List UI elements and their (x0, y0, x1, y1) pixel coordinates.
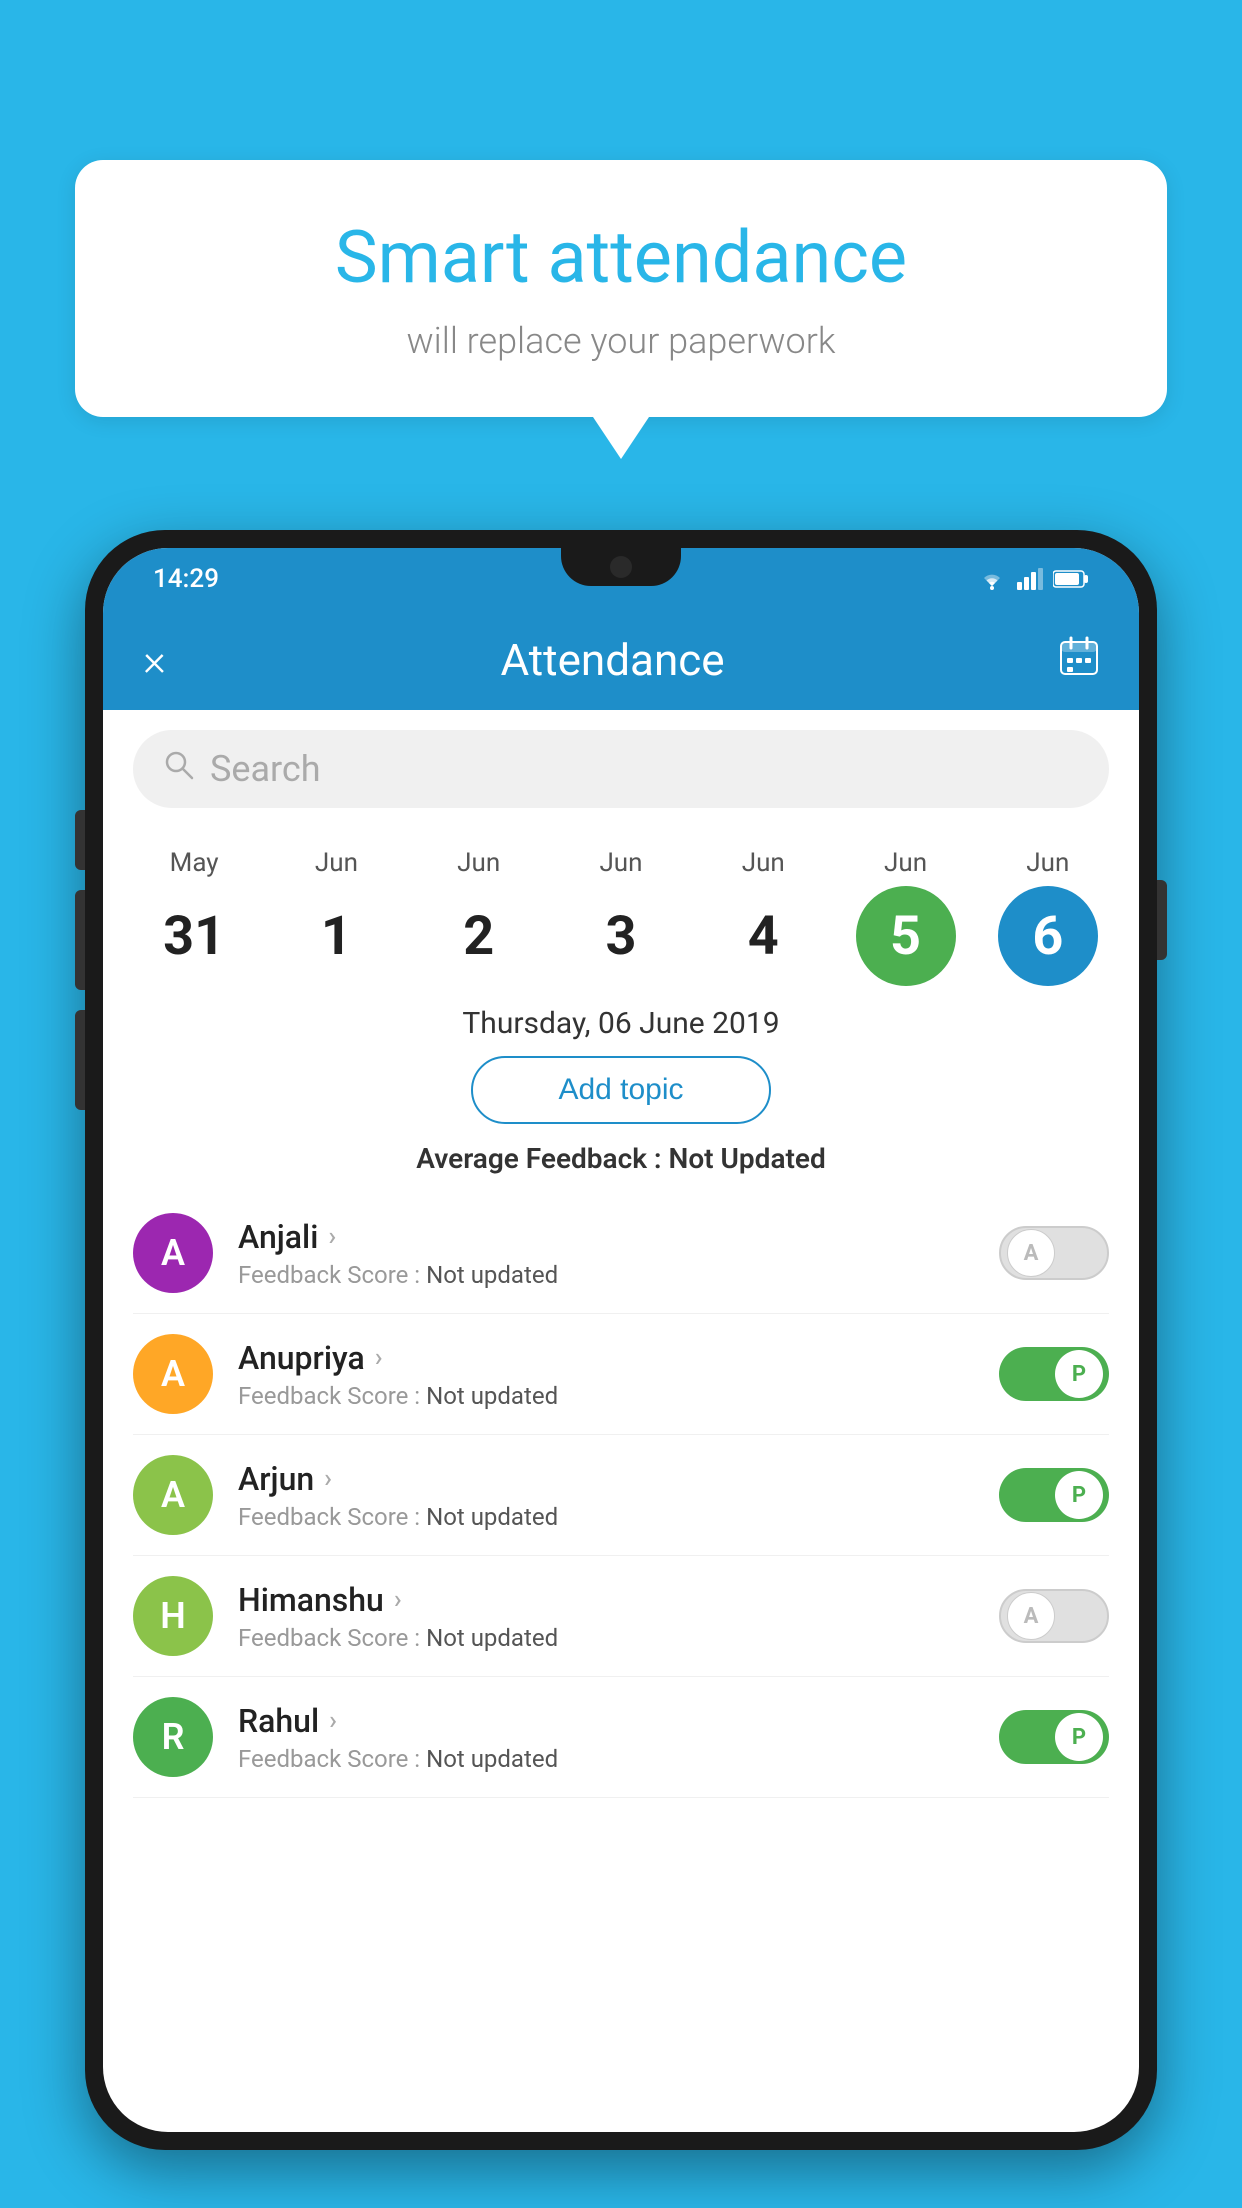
toggle-switch[interactable]: P (999, 1468, 1109, 1522)
bubble-title: Smart attendance (135, 215, 1107, 300)
student-info: Anupriya › Feedback Score : Not updated (238, 1339, 979, 1410)
cal-date[interactable]: 3 (571, 886, 671, 986)
power-button (1157, 880, 1167, 960)
search-bar[interactable]: Search (133, 730, 1109, 808)
cal-date[interactable]: 1 (286, 886, 386, 986)
student-feedback: Feedback Score : Not updated (238, 1261, 979, 1289)
toggle-switch[interactable]: A (999, 1226, 1109, 1280)
cal-month: Jun (599, 848, 642, 878)
toggle-knob: P (1055, 1713, 1103, 1761)
cal-date[interactable]: 31 (144, 886, 244, 986)
calendar-day[interactable]: Jun 2 (419, 848, 539, 986)
calendar-day[interactable]: Jun 4 (703, 848, 823, 986)
volume-silent-button (75, 810, 85, 870)
student-name: Rahul › (238, 1702, 979, 1740)
student-avatar: A (133, 1455, 213, 1535)
toggle-knob: A (1007, 1592, 1055, 1640)
toggle-knob: P (1055, 1350, 1103, 1398)
chevron-right-icon: › (328, 1222, 336, 1252)
avg-feedback-label: Average Feedback : (416, 1142, 661, 1175)
calendar-icon[interactable] (1059, 636, 1099, 685)
attendance-toggle[interactable]: P (999, 1710, 1109, 1764)
calendar-day[interactable]: May 31 (134, 848, 254, 986)
cal-month: Jun (457, 848, 500, 878)
chevron-right-icon: › (324, 1464, 332, 1494)
toggle-switch[interactable]: A (999, 1589, 1109, 1643)
phone-screen: 14:29 (103, 548, 1139, 2132)
selected-date-label: Thursday, 06 June 2019 (103, 1006, 1139, 1041)
student-info: Anjali › Feedback Score : Not updated (238, 1218, 979, 1289)
cal-date[interactable]: 4 (713, 886, 813, 986)
chevron-right-icon: › (394, 1585, 402, 1615)
student-row[interactable]: H Himanshu › Feedback Score : Not updated A (133, 1556, 1109, 1677)
toggle-switch[interactable]: P (999, 1347, 1109, 1401)
front-camera (610, 556, 632, 578)
phone-container: 14:29 (85, 530, 1157, 2208)
toggle-knob: A (1007, 1229, 1055, 1277)
calendar-day[interactable]: Jun 3 (561, 848, 681, 986)
student-name: Himanshu › (238, 1581, 979, 1619)
volume-down-button (75, 1010, 85, 1110)
student-info: Arjun › Feedback Score : Not updated (238, 1460, 979, 1531)
cal-month: May (170, 848, 219, 878)
speech-bubble: Smart attendance will replace your paper… (75, 160, 1167, 417)
student-avatar: R (133, 1697, 213, 1777)
student-list: AAnjali ›Feedback Score : Not updatedAAA… (103, 1193, 1139, 1798)
cal-month: Jun (315, 848, 358, 878)
student-avatar: H (133, 1576, 213, 1656)
calendar-day[interactable]: Jun 5 (846, 848, 966, 986)
bubble-subtitle: will replace your paperwork (135, 320, 1107, 362)
avg-feedback-value: Not Updated (669, 1142, 826, 1175)
attendance-toggle[interactable]: P (999, 1347, 1109, 1401)
chevron-right-icon: › (329, 1706, 337, 1736)
calendar-row: May 31 Jun 1 Jun 2 Jun 3 Jun 4 Jun 5 Jun 6 (103, 828, 1139, 986)
student-feedback: Feedback Score : Not updated (238, 1382, 979, 1410)
phone-notch (561, 548, 681, 586)
battery-icon (1053, 569, 1089, 589)
cal-month: Jun (742, 848, 785, 878)
toggle-knob: P (1055, 1471, 1103, 1519)
search-icon (163, 749, 195, 789)
status-icons (977, 568, 1089, 590)
student-info: Himanshu › Feedback Score : Not updated (238, 1581, 979, 1652)
student-row[interactable]: A Anupriya › Feedback Score : Not updated P (133, 1314, 1109, 1435)
average-feedback: Average Feedback : Not Updated (103, 1142, 1139, 1175)
toggle-switch[interactable]: P (999, 1710, 1109, 1764)
search-placeholder: Search (210, 748, 321, 790)
wifi-icon (977, 568, 1007, 590)
student-row[interactable]: R Rahul › Feedback Score : Not updated P (133, 1677, 1109, 1798)
chevron-right-icon: › (375, 1343, 383, 1373)
phone-outer: 14:29 (85, 530, 1157, 2150)
student-name: Arjun › (238, 1460, 979, 1498)
cal-month: Jun (884, 848, 927, 878)
calendar-day[interactable]: Jun 1 (276, 848, 396, 986)
student-name: Anupriya › (238, 1339, 979, 1377)
signal-icon (1017, 568, 1043, 590)
student-avatar: A (133, 1213, 213, 1293)
app-header: × Attendance (103, 610, 1139, 710)
status-time: 14:29 (153, 564, 219, 594)
attendance-toggle[interactable]: P (999, 1468, 1109, 1522)
student-info: Rahul › Feedback Score : Not updated (238, 1702, 979, 1773)
cal-date[interactable]: 6 (998, 886, 1098, 986)
student-feedback: Feedback Score : Not updated (238, 1624, 979, 1652)
student-feedback: Feedback Score : Not updated (238, 1503, 979, 1531)
cal-date[interactable]: 2 (429, 886, 529, 986)
calendar-day[interactable]: Jun 6 (988, 848, 1108, 986)
volume-up-button (75, 890, 85, 990)
student-name: Anjali › (238, 1218, 979, 1256)
cal-date[interactable]: 5 (856, 886, 956, 986)
student-avatar: A (133, 1334, 213, 1414)
add-topic-button[interactable]: Add topic (471, 1056, 771, 1124)
student-row[interactable]: A Arjun › Feedback Score : Not updated P (133, 1435, 1109, 1556)
cal-month: Jun (1026, 848, 1069, 878)
attendance-toggle[interactable]: A (999, 1226, 1109, 1280)
attendance-toggle[interactable]: A (999, 1589, 1109, 1643)
close-button[interactable]: × (143, 634, 166, 686)
speech-bubble-container: Smart attendance will replace your paper… (75, 160, 1167, 417)
student-row[interactable]: A Anjali › Feedback Score : Not updated A (133, 1193, 1109, 1314)
student-feedback: Feedback Score : Not updated (238, 1745, 979, 1773)
header-title: Attendance (500, 634, 724, 686)
